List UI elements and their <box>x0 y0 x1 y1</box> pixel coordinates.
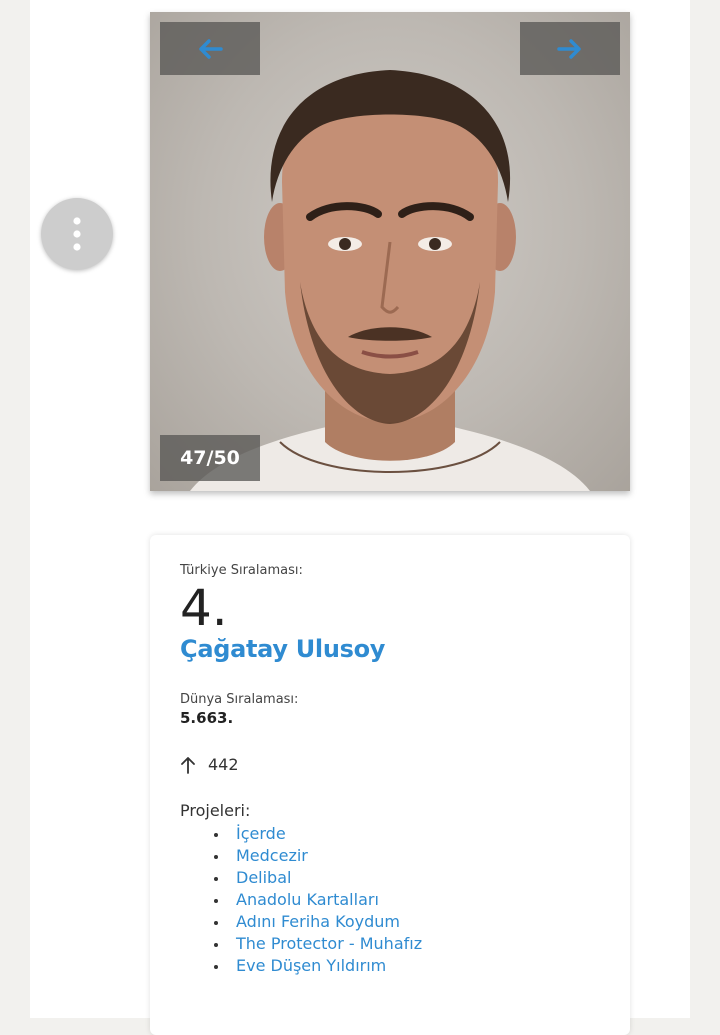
photo-counter: 47/50 <box>160 435 260 481</box>
list-item: Eve Düşen Yıldırım <box>213 955 422 977</box>
world-rank-label: Dünya Sıralaması: <box>180 692 299 707</box>
project-link[interactable]: Anadolu Kartalları <box>236 890 379 909</box>
project-link[interactable]: The Protector - Muhafız <box>236 934 422 953</box>
portrait-image <box>190 70 590 491</box>
turkey-rank-label: Türkiye Sıralaması: <box>180 563 303 578</box>
more-vertical-icon <box>73 217 81 251</box>
turkey-rank-value: 4. <box>180 579 228 637</box>
rank-change: 442 <box>180 755 239 774</box>
person-name-link[interactable]: Çağatay Ulusoy <box>180 635 385 663</box>
next-photo-button[interactable] <box>520 22 620 75</box>
list-item: Anadolu Kartalları <box>213 889 422 911</box>
page-column: 47/50 Türkiye Sıralaması: 4. Çağatay Ulu… <box>30 0 690 1035</box>
project-link[interactable]: Adını Feriha Koydum <box>236 912 400 931</box>
ranking-card: Türkiye Sıralaması: 4. Çağatay Ulusoy Dü… <box>150 535 630 1035</box>
arrow-left-icon <box>199 38 223 59</box>
list-item: Delibal <box>213 867 422 889</box>
project-link[interactable]: Delibal <box>236 868 291 887</box>
project-link[interactable]: Eve Düşen Yıldırım <box>236 956 386 975</box>
project-link[interactable]: İçerde <box>236 824 286 843</box>
arrow-up-icon <box>181 756 195 774</box>
projects-list: İçerde Medcezir Delibal Anadolu Kartalla… <box>213 823 422 977</box>
arrow-right-icon <box>557 38 581 59</box>
list-item: Medcezir <box>213 845 422 867</box>
list-item: İçerde <box>213 823 422 845</box>
rank-change-value: 442 <box>208 755 239 774</box>
project-link[interactable]: Medcezir <box>236 846 308 865</box>
profile-photo: 47/50 <box>150 12 630 491</box>
list-item: The Protector - Muhafız <box>213 933 422 955</box>
more-options-button[interactable] <box>41 198 113 270</box>
list-item: Adını Feriha Koydum <box>213 911 422 933</box>
previous-photo-button[interactable] <box>160 22 260 75</box>
world-rank-value: 5.663. <box>180 709 234 727</box>
projects-label: Projeleri: <box>180 801 251 820</box>
